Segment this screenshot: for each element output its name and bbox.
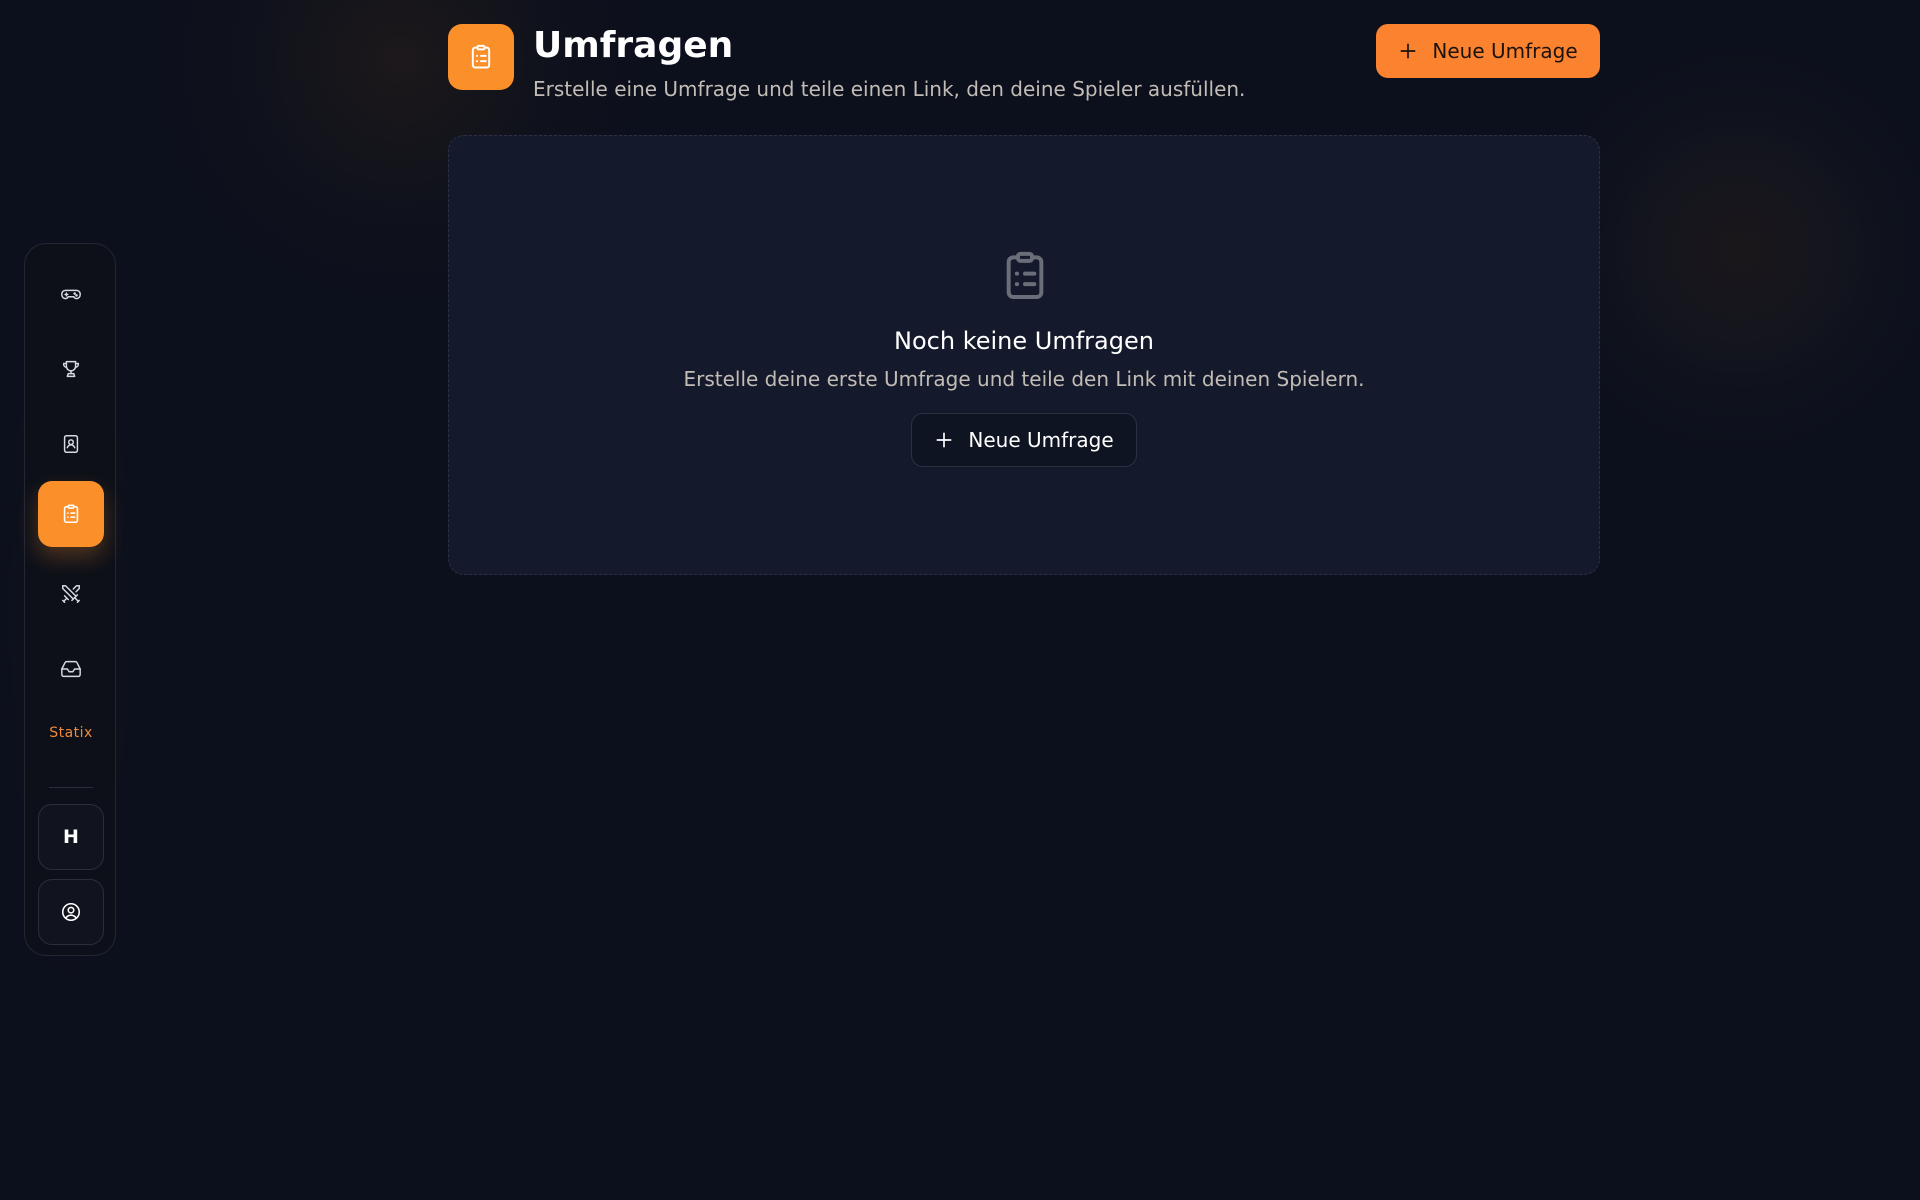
page-subtitle: Erstelle eine Umfrage und teile einen Li… xyxy=(533,77,1246,101)
sidebar-item-surveys[interactable] xyxy=(38,481,104,547)
clipboard-list-icon xyxy=(63,504,79,524)
new-survey-button-label: Neue Umfrage xyxy=(1432,39,1578,63)
empty-state-card: Noch keine Umfragen Erstelle deine erste… xyxy=(448,135,1600,575)
user-circle-icon xyxy=(61,902,81,922)
empty-state-text: Erstelle deine erste Umfrage und teile d… xyxy=(683,367,1365,391)
inbox-tray-icon xyxy=(61,660,81,678)
workspace-letter: H xyxy=(63,826,79,848)
contact-book-icon xyxy=(63,435,79,453)
empty-state-button-label: Neue Umfrage xyxy=(968,428,1114,452)
gamepad-icon xyxy=(61,289,81,300)
sidebar-item-trophies[interactable] xyxy=(38,336,104,402)
page-header-icon xyxy=(448,24,514,90)
statix-logo-text: Statix xyxy=(49,725,93,741)
workspace-button[interactable]: H xyxy=(38,804,104,870)
sidebar-item-inbox[interactable] xyxy=(38,636,104,702)
sidebar-divider xyxy=(49,787,93,788)
sidebar: Statix H xyxy=(24,243,116,956)
plus-icon xyxy=(1400,43,1416,59)
empty-state-new-survey-button[interactable]: Neue Umfrage xyxy=(911,413,1137,467)
statix-logo[interactable]: Statix xyxy=(38,713,104,753)
trophy-icon xyxy=(62,360,80,378)
clipboard-list-icon xyxy=(471,44,491,69)
empty-state-title: Noch keine Umfragen xyxy=(894,327,1154,355)
new-survey-button[interactable]: Neue Umfrage xyxy=(1376,24,1600,78)
crossed-swords-icon xyxy=(62,585,80,603)
plus-icon xyxy=(936,432,952,448)
profile-button[interactable] xyxy=(38,879,104,945)
sidebar-item-battles[interactable] xyxy=(38,561,104,627)
page-title: Umfragen xyxy=(533,25,734,66)
clipboard-list-icon xyxy=(1006,251,1044,299)
sidebar-item-contacts[interactable] xyxy=(38,411,104,477)
sidebar-item-games[interactable] xyxy=(38,261,104,327)
